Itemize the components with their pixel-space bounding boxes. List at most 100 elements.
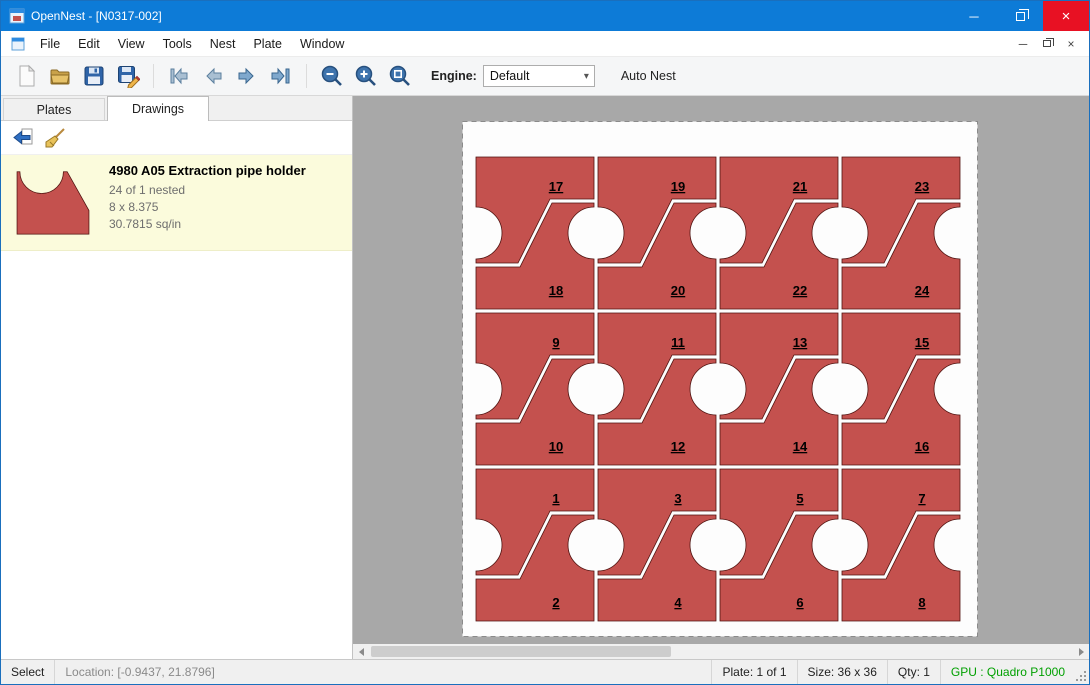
zoom-fit-button[interactable] <box>383 60 417 92</box>
part-number-label: 15 <box>915 335 929 350</box>
next-plate-button[interactable] <box>230 60 264 92</box>
chevron-down-icon: ▾ <box>579 71 594 82</box>
part-number-label: 2 <box>552 595 559 610</box>
auto-nest-button[interactable]: Auto Nest <box>613 64 684 88</box>
part-number-label: 22 <box>793 283 807 298</box>
menu-nest[interactable]: Nest <box>201 33 245 55</box>
drawing-title: 4980 A05 Extraction pipe holder <box>109 163 306 178</box>
menu-plate[interactable]: Plate <box>244 33 291 55</box>
part-number-label: 23 <box>915 179 929 194</box>
close-icon: × <box>1062 8 1071 25</box>
mdi-restore-button[interactable] <box>1035 34 1059 54</box>
drawing-info: 4980 A05 Extraction pipe holder 24 of 1 … <box>109 163 306 242</box>
restore-button[interactable] <box>997 1 1043 31</box>
mdi-minimize-button[interactable]: ─ <box>1011 34 1035 54</box>
plate[interactable]: 171819202122232491011121314151612345678 <box>462 121 978 637</box>
nest-canvas[interactable]: 171819202122232491011121314151612345678 <box>353 96 1089 659</box>
part-number-label: 8 <box>918 595 925 610</box>
part-number-label: 4 <box>674 595 682 610</box>
menu-bar: File Edit View Tools Nest Plate Window ─… <box>1 31 1089 57</box>
next-arrow-icon <box>235 64 259 88</box>
part-number-label: 11 <box>671 335 685 350</box>
zoom-out-button[interactable] <box>315 60 349 92</box>
first-arrow-icon <box>167 64 191 88</box>
part-number-label: 21 <box>793 179 807 194</box>
app-window: OpenNest - [N0317-002] ─ × File Edit Vie… <box>0 0 1090 685</box>
save-edit-icon <box>116 64 140 88</box>
tab-drawings[interactable]: Drawings <box>107 96 209 121</box>
part-number-label: 12 <box>671 439 685 454</box>
menu-window[interactable]: Window <box>291 33 353 55</box>
part-number-label: 17 <box>549 179 563 194</box>
open-button[interactable] <box>43 60 77 92</box>
close-button[interactable]: × <box>1043 1 1089 31</box>
mdi-close-icon: × <box>1067 37 1074 51</box>
scroll-left-icon[interactable] <box>353 644 369 659</box>
part-number-label: 19 <box>671 179 685 194</box>
clean-drawings-button[interactable] <box>39 124 71 152</box>
zoom-in-button[interactable] <box>349 60 383 92</box>
menu-tools[interactable]: Tools <box>154 33 201 55</box>
scroll-right-icon[interactable] <box>1073 644 1089 659</box>
scrollbar-thumb[interactable] <box>371 646 671 657</box>
mdi-minimize-icon: ─ <box>1019 37 1028 51</box>
drawing-dimensions: 8 x 8.375 <box>109 199 306 216</box>
zoom-fit-icon <box>388 64 412 88</box>
menu-file[interactable]: File <box>31 33 69 55</box>
tab-strip: Plates Drawings <box>1 96 352 121</box>
horizontal-scrollbar[interactable] <box>353 644 1089 659</box>
menu-view[interactable]: View <box>109 33 154 55</box>
restore-icon <box>1016 12 1025 21</box>
first-plate-button[interactable] <box>162 60 196 92</box>
part-number-label: 24 <box>915 283 930 298</box>
menu-edit[interactable]: Edit <box>69 33 109 55</box>
minimize-button[interactable]: ─ <box>951 1 997 31</box>
import-arrow-icon <box>11 126 35 150</box>
part-number-label: 1 <box>552 491 559 506</box>
engine-dropdown[interactable]: Default ▾ <box>483 65 595 87</box>
plate-svg: 171819202122232491011121314151612345678 <box>462 121 978 637</box>
mdi-restore-icon <box>1043 40 1051 47</box>
zoom-out-icon <box>320 64 344 88</box>
drawing-nested-count: 24 of 1 nested <box>109 182 306 199</box>
previous-arrow-icon <box>201 64 225 88</box>
part-number-label: 9 <box>552 335 559 350</box>
part-number-label: 10 <box>549 439 563 454</box>
last-plate-button[interactable] <box>264 60 298 92</box>
drawing-list: 4980 A05 Extraction pipe holder 24 of 1 … <box>1 155 352 659</box>
zoom-in-icon <box>354 64 378 88</box>
status-location: Location: [-0.9437, 21.8796] <box>54 660 224 684</box>
save-floppy-icon <box>82 64 106 88</box>
title-bar: OpenNest - [N0317-002] ─ × <box>1 1 1089 31</box>
main-toolbar: Engine: Default ▾ Auto Nest <box>1 57 1089 96</box>
mdi-close-button[interactable]: × <box>1059 34 1083 54</box>
part-number-label: 13 <box>793 335 807 350</box>
part-number-label: 3 <box>674 491 681 506</box>
status-qty: Qty: 1 <box>887 660 940 684</box>
open-folder-icon <box>48 64 72 88</box>
save-edit-button[interactable] <box>111 60 145 92</box>
toolbar-separator <box>306 64 307 88</box>
status-plate: Plate: 1 of 1 <box>711 660 796 684</box>
save-button[interactable] <box>77 60 111 92</box>
status-mode: Select <box>1 660 54 684</box>
mdi-child-icon <box>11 37 25 51</box>
previous-plate-button[interactable] <box>196 60 230 92</box>
status-bar: Select Location: [-0.9437, 21.8796] Plat… <box>1 659 1089 684</box>
new-button[interactable] <box>9 60 43 92</box>
status-size: Size: 36 x 36 <box>797 660 887 684</box>
tab-plates[interactable]: Plates <box>3 98 105 120</box>
drawing-area: 30.7815 sq/in <box>109 216 306 233</box>
drawing-thumbnail <box>11 167 95 242</box>
drawings-toolbar <box>1 121 352 155</box>
resize-grip[interactable] <box>1075 660 1089 684</box>
window-title: OpenNest - [N0317-002] <box>31 9 162 23</box>
last-arrow-icon <box>269 64 293 88</box>
engine-value: Default <box>490 69 530 83</box>
engine-label: Engine: <box>431 69 477 83</box>
drawing-list-item[interactable]: 4980 A05 Extraction pipe holder 24 of 1 … <box>1 155 352 251</box>
left-panel: Plates Drawings 4980 A05 Extraction pip <box>1 96 353 659</box>
minimize-icon: ─ <box>969 9 978 24</box>
app-icon <box>9 8 25 24</box>
import-drawing-button[interactable] <box>7 124 39 152</box>
